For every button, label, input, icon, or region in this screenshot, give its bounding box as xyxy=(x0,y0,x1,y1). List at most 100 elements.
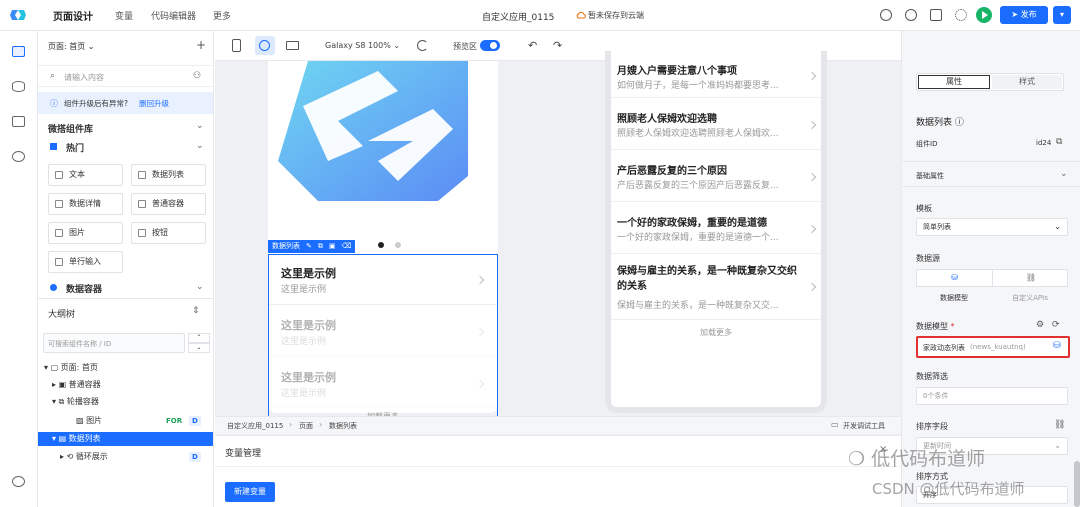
stepper-down[interactable]: ⌄ xyxy=(188,343,210,353)
tab-style[interactable]: 样式 xyxy=(992,75,1062,89)
carousel-icon: ⧉ xyxy=(58,397,67,406)
tab-properties[interactable]: 属性 xyxy=(918,75,990,89)
refresh-icon[interactable] xyxy=(417,40,428,51)
image-icon[interactable] xyxy=(12,116,25,127)
component-container[interactable]: 普通容器 xyxy=(131,193,206,215)
datasource-api-button[interactable]: ⛓ xyxy=(993,270,1069,286)
tab-variables[interactable]: 变量 xyxy=(115,9,133,22)
redo-icon[interactable]: ↷ xyxy=(553,39,562,52)
undo-icon[interactable]: ↶ xyxy=(528,39,537,52)
panel-tabs: 属性 样式 xyxy=(916,73,1064,91)
tablet-view-button[interactable] xyxy=(255,36,275,55)
edit-icon[interactable]: ✎ xyxy=(306,240,312,253)
image-icon: ▨ xyxy=(76,416,87,425)
save-icon[interactable] xyxy=(930,9,942,21)
watermark-line2: CSDN @低代码布道师 xyxy=(872,480,1025,498)
component-text[interactable]: 文本 xyxy=(48,164,123,186)
upgrade-notice: ⓘ 组件升级后有异常? 删回升级 xyxy=(38,92,213,114)
copy-icon[interactable]: ⧉ xyxy=(1056,137,1062,147)
stepper-up[interactable]: ⌃ xyxy=(188,333,210,343)
preview-run-button[interactable] xyxy=(976,7,992,23)
list-item-title: 产后恶露反复的三个原因 xyxy=(617,166,727,177)
more-menu-button[interactable]: ▾ xyxy=(1053,6,1071,24)
mobile-icon[interactable] xyxy=(232,39,241,52)
breadcrumb-item[interactable]: 页面 xyxy=(299,421,313,431)
data-list-component[interactable]: 这里是示例 这里是示例 这里是示例 这里是示例 这里是示例 这里是示例 加载更多 xyxy=(268,254,498,430)
history-icon[interactable] xyxy=(905,9,917,21)
upgrade-link[interactable]: 删回升级 xyxy=(139,98,169,109)
detail-icon xyxy=(55,200,63,208)
component-image[interactable]: 图片 xyxy=(48,222,123,244)
component-button[interactable]: 按钮 xyxy=(131,222,206,244)
load-more[interactable]: 加载更多 xyxy=(611,327,821,338)
copy-icon[interactable]: ⧉ xyxy=(318,240,323,253)
left-panel: 页面: 首页 ⌄ + ⌕ 请输入内容 ⚇ ⓘ 组件升级后有异常? 删回升级 微搭… xyxy=(38,31,214,507)
tab-more[interactable]: 更多 xyxy=(213,9,231,22)
add-page-icon[interactable]: + xyxy=(196,38,206,52)
gear-icon[interactable] xyxy=(12,151,25,162)
database-icon[interactable] xyxy=(12,81,25,92)
link-icon[interactable]: ⛓ xyxy=(1054,420,1065,430)
page-selector[interactable]: 页面: 首页 ⌄ xyxy=(48,41,95,52)
component-data-list[interactable]: 数据列表 xyxy=(131,164,206,186)
text-icon xyxy=(55,171,63,179)
chevron-down-icon[interactable]: ⌄ xyxy=(196,141,204,151)
carousel-dot-active[interactable] xyxy=(378,242,384,248)
settings-icon[interactable]: ⚙ xyxy=(1036,320,1044,330)
model-select[interactable]: 家政动态列表 (news_kuautnq) ⛁ xyxy=(916,336,1070,358)
datasource-model-button[interactable]: ⛁ xyxy=(917,270,993,286)
breadcrumb-item[interactable]: 数据列表 xyxy=(329,421,357,431)
refresh-icon[interactable]: ⟳ xyxy=(1052,320,1060,330)
filter-input[interactable]: 0个条件 xyxy=(916,387,1068,405)
delete-icon[interactable]: ⌫ xyxy=(342,240,352,253)
tree-row-container[interactable]: ▸ ▣ 普通容器 xyxy=(38,378,213,392)
settings-icon[interactable] xyxy=(955,9,967,21)
list-item[interactable]: 这里是示例 这里是示例 xyxy=(269,357,497,407)
component-data-detail[interactable]: 数据详情 xyxy=(48,193,123,215)
tab-code-editor[interactable]: 代码编辑器 xyxy=(151,9,196,22)
list-item[interactable]: 产后恶露反复的三个原因 产后恶露反复的三个原因产后恶露反复... xyxy=(611,150,821,202)
new-variable-button[interactable]: 新建变量 xyxy=(225,482,275,502)
tree-row-carousel[interactable]: ▾ ⧉ 轮播容器 xyxy=(38,395,213,409)
tree-label: 页面: 首页 xyxy=(60,363,98,372)
scrollbar[interactable] xyxy=(1074,461,1080,507)
help-icon[interactable] xyxy=(12,476,25,487)
preview-toggle[interactable] xyxy=(480,40,500,51)
dev-tools-link[interactable]: 开发调试工具 xyxy=(843,421,885,431)
device-selector[interactable]: Galaxy S8 100% ⌄ xyxy=(325,41,400,50)
tab-page-design[interactable]: 页面设计 xyxy=(53,8,93,23)
list-item[interactable]: 月嫂入户需要注意八个事项 如何做月子，是每一个准妈妈都要思考... xyxy=(611,51,821,98)
list-item[interactable]: 照顾老人保姆欢迎选聘 照顾老人保姆欢迎选聘照顾老人保姆欢... xyxy=(611,98,821,150)
list-item[interactable]: 保姆与雇主的关系，是一种既复杂又交织的关系 保姆与雇主的关系，是一种既复杂又交.… xyxy=(611,254,821,320)
list-item[interactable]: 这里是示例 这里是示例 xyxy=(269,305,497,357)
tree-row-page[interactable]: ▾ ▢ 页面: 首页 xyxy=(38,361,213,375)
tree-row-data-list[interactable]: ▾ ▤ 数据列表 xyxy=(38,432,213,446)
model-value-id: (news_kuautnq) xyxy=(970,343,1026,351)
divider xyxy=(902,186,1080,187)
component-single-input[interactable]: 单行输入 xyxy=(48,251,123,273)
list-item[interactable]: 一个好的家政保姆，重要的是道德 一个好的家政保姆，重要的是道德一个... xyxy=(611,202,821,254)
tree-row-image[interactable]: ▨ 图片 FOR D xyxy=(38,414,213,428)
publish-button[interactable]: ➤ 发布 xyxy=(1000,6,1048,24)
list-item[interactable]: 这里是示例 这里是示例 xyxy=(269,255,497,305)
paste-icon[interactable]: ▣ xyxy=(329,240,336,253)
chevron-down-icon[interactable]: ⌄ xyxy=(196,121,204,131)
watermark-text: 低代码布道师 xyxy=(871,448,986,470)
tree-row-loop[interactable]: ▸ ⟲ 循环展示 D xyxy=(38,450,213,464)
carousel-dot[interactable] xyxy=(395,242,401,248)
chevron-down-icon[interactable]: ⌄ xyxy=(1060,169,1068,179)
expand-collapse-icon[interactable]: ⇕ xyxy=(192,306,200,316)
chevron-down-icon[interactable]: ⌄ xyxy=(196,282,204,292)
list-item-title: 照顾老人保姆欢迎选聘 xyxy=(617,114,717,125)
desktop-icon[interactable] xyxy=(286,41,299,50)
template-select[interactable]: 简单列表 ⌄ xyxy=(916,218,1068,236)
search-input[interactable]: 请输入内容 xyxy=(64,72,104,83)
hierarchy-icon[interactable]: ⚇ xyxy=(193,71,201,81)
design-canvas: Galaxy S8 100% ⌄ 预览区 ↶ ↷ 这里是示例 这里是示例 这里是… xyxy=(215,31,901,507)
outline-search-input[interactable]: 可搜索组件名称 / ID xyxy=(43,333,185,353)
pages-icon[interactable] xyxy=(12,46,25,57)
info-icon[interactable]: ⓘ xyxy=(955,118,964,128)
breadcrumb-item[interactable]: 自定义应用_0115 xyxy=(227,421,283,431)
upgrade-notice-text: 组件升级后有异常? xyxy=(64,99,128,108)
help-icon[interactable] xyxy=(880,9,892,21)
